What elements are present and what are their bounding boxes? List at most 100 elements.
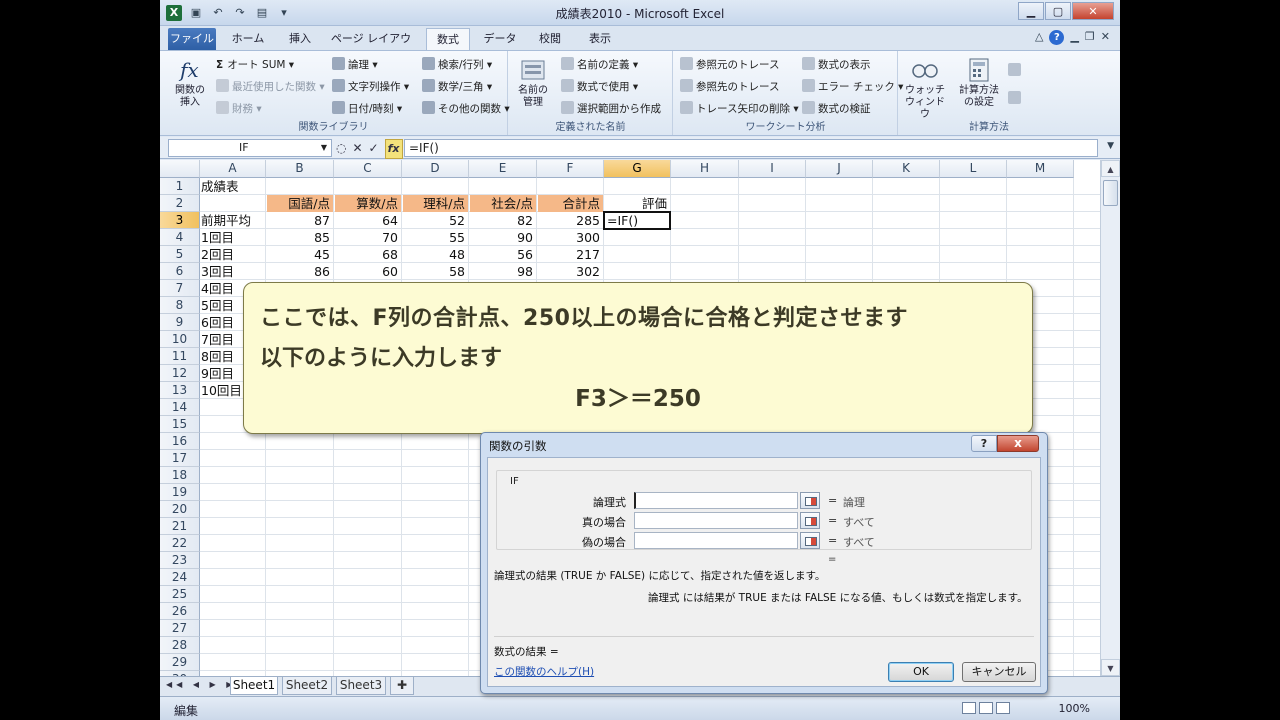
insert-function-button[interactable]: fx 関数の 挿入 bbox=[168, 57, 212, 109]
zoom-level[interactable]: 100% bbox=[1059, 702, 1090, 715]
function-help-link[interactable]: この関数のヘルプ(H) bbox=[494, 664, 594, 679]
trace-precedents-button[interactable]: 参照元のトレース bbox=[680, 57, 779, 72]
column-header-g[interactable]: G bbox=[604, 160, 671, 178]
row-header-11[interactable]: 11 bbox=[160, 348, 200, 365]
column-header-k[interactable]: K bbox=[873, 160, 940, 178]
column-header-b[interactable]: B bbox=[266, 160, 334, 178]
row-header-22[interactable]: 22 bbox=[160, 535, 200, 552]
text-button[interactable]: 文字列操作 ▾ bbox=[332, 79, 409, 94]
row-header-7[interactable]: 7 bbox=[160, 280, 200, 297]
row-header-5[interactable]: 5 bbox=[160, 246, 200, 263]
tab-insert[interactable]: 挿入 bbox=[278, 28, 322, 50]
cell-a4[interactable]: 1回目 bbox=[201, 229, 265, 246]
cancel-button[interactable]: キャンセル bbox=[962, 662, 1036, 682]
column-header-e[interactable]: E bbox=[469, 160, 537, 178]
cell-d4[interactable]: 55 bbox=[403, 229, 468, 246]
row-header-27[interactable]: 27 bbox=[160, 620, 200, 637]
value-if-true-input[interactable] bbox=[634, 512, 798, 529]
lookup-button[interactable]: 検索/行列 ▾ bbox=[422, 57, 492, 72]
cell-a3[interactable]: 前期平均 bbox=[201, 212, 265, 229]
evaluate-formula-button[interactable]: 数式の検証 bbox=[802, 101, 871, 116]
tab-home[interactable]: ホーム bbox=[224, 28, 272, 50]
cell-g2[interactable]: 評価 bbox=[605, 195, 670, 212]
tab-view[interactable]: 表示 bbox=[578, 28, 622, 50]
row-header-28[interactable]: 28 bbox=[160, 637, 200, 654]
column-header-a[interactable]: A bbox=[200, 160, 266, 178]
page-break-view-icon[interactable] bbox=[996, 702, 1010, 714]
column-header-m[interactable]: M bbox=[1007, 160, 1074, 178]
calculation-options-button[interactable]: 計算方法 の設定 bbox=[954, 57, 1004, 109]
insert-function-icon[interactable]: fx bbox=[384, 139, 403, 159]
row-header-15[interactable]: 15 bbox=[160, 416, 200, 433]
workbook-minimize-icon[interactable]: ▁ bbox=[1070, 30, 1078, 45]
workbook-restore-icon[interactable]: ❐ bbox=[1085, 30, 1095, 45]
normal-view-icon[interactable] bbox=[962, 702, 976, 714]
cell-f3[interactable]: 285 bbox=[538, 212, 603, 229]
more-functions-button[interactable]: その他の関数 ▾ bbox=[422, 101, 510, 116]
cell-d5[interactable]: 48 bbox=[403, 246, 468, 263]
expand-formula-bar-icon[interactable]: ▼ bbox=[1107, 141, 1114, 151]
collapse-dialog-icon[interactable] bbox=[800, 492, 820, 509]
row-header-8[interactable]: 8 bbox=[160, 297, 200, 314]
use-in-formula-button[interactable]: 数式で使用 ▾ bbox=[561, 79, 638, 94]
cell-b3[interactable]: 87 bbox=[267, 212, 333, 229]
row-header-14[interactable]: 14 bbox=[160, 399, 200, 416]
cell-b5[interactable]: 45 bbox=[267, 246, 333, 263]
insert-sheet-icon[interactable]: ✚ bbox=[390, 677, 414, 695]
maximize-button[interactable]: ▢ bbox=[1045, 2, 1071, 20]
row-header-3[interactable]: 3 bbox=[160, 212, 200, 229]
cell-f6[interactable]: 302 bbox=[538, 263, 603, 280]
row-header-29[interactable]: 29 bbox=[160, 654, 200, 671]
row-header-4[interactable]: 4 bbox=[160, 229, 200, 246]
column-header-d[interactable]: D bbox=[402, 160, 469, 178]
close-button[interactable]: ✕ bbox=[1072, 2, 1114, 20]
scroll-up-icon[interactable]: ▲ bbox=[1101, 160, 1120, 177]
row-header-20[interactable]: 20 bbox=[160, 501, 200, 518]
cell-e5[interactable]: 56 bbox=[470, 246, 536, 263]
scroll-thumb[interactable] bbox=[1103, 180, 1118, 206]
cell-d6[interactable]: 58 bbox=[403, 263, 468, 280]
date-time-button[interactable]: 日付/時刻 ▾ bbox=[332, 101, 402, 116]
name-manager-button[interactable]: 名前の 管理 bbox=[513, 57, 553, 109]
tab-data[interactable]: データ bbox=[478, 28, 522, 50]
collapse-dialog-icon[interactable] bbox=[800, 532, 820, 549]
row-header-16[interactable]: 16 bbox=[160, 433, 200, 450]
logical-test-input[interactable] bbox=[634, 492, 798, 509]
formula-input[interactable]: =IF() bbox=[404, 139, 1098, 157]
vertical-scrollbar[interactable]: ▲ ▼ bbox=[1100, 160, 1120, 676]
row-header-13[interactable]: 13 bbox=[160, 382, 200, 399]
row-header-19[interactable]: 19 bbox=[160, 484, 200, 501]
collapse-dialog-icon[interactable] bbox=[800, 512, 820, 529]
cell-c4[interactable]: 70 bbox=[335, 229, 401, 246]
cell-f5[interactable]: 217 bbox=[538, 246, 603, 263]
value-if-false-input[interactable] bbox=[634, 532, 798, 549]
create-from-selection-button[interactable]: 選択範囲から作成 bbox=[561, 101, 661, 116]
cell-f2[interactable]: 合計点 bbox=[538, 195, 603, 212]
select-all-corner[interactable] bbox=[160, 160, 200, 178]
cell-d2[interactable]: 理科/点 bbox=[403, 195, 468, 212]
sheet-tab-3[interactable]: Sheet3 bbox=[336, 677, 386, 695]
cell-e2[interactable]: 社会/点 bbox=[470, 195, 536, 212]
row-header-18[interactable]: 18 bbox=[160, 467, 200, 484]
workbook-close-icon[interactable]: ✕ bbox=[1101, 30, 1110, 45]
sheet-tab-2[interactable]: Sheet2 bbox=[282, 677, 332, 695]
column-header-f[interactable]: F bbox=[537, 160, 604, 178]
dropdown-arrow-icon[interactable]: ▼ bbox=[321, 140, 327, 156]
row-header-6[interactable]: 6 bbox=[160, 263, 200, 280]
scroll-down-icon[interactable]: ▼ bbox=[1101, 659, 1120, 676]
tab-page-layout[interactable]: ページ レイアウト bbox=[326, 28, 416, 66]
autosum-button[interactable]: Σ オート SUM ▾ bbox=[216, 57, 294, 72]
row-header-21[interactable]: 21 bbox=[160, 518, 200, 535]
row-header-10[interactable]: 10 bbox=[160, 331, 200, 348]
cell-e6[interactable]: 98 bbox=[470, 263, 536, 280]
column-header-h[interactable]: H bbox=[671, 160, 739, 178]
tab-formulas[interactable]: 数式 bbox=[426, 28, 470, 50]
cell-a1[interactable]: 成績表 bbox=[201, 178, 265, 195]
watch-window-button[interactable]: ウォッチ ウィンドウ bbox=[903, 57, 947, 121]
sheet-tab-1[interactable]: Sheet1 bbox=[230, 677, 278, 695]
calc-sheet-button[interactable] bbox=[1008, 91, 1024, 105]
row-header-12[interactable]: 12 bbox=[160, 365, 200, 382]
cell-b6[interactable]: 86 bbox=[267, 263, 333, 280]
calc-now-button[interactable] bbox=[1008, 63, 1024, 77]
cell-c6[interactable]: 60 bbox=[335, 263, 401, 280]
